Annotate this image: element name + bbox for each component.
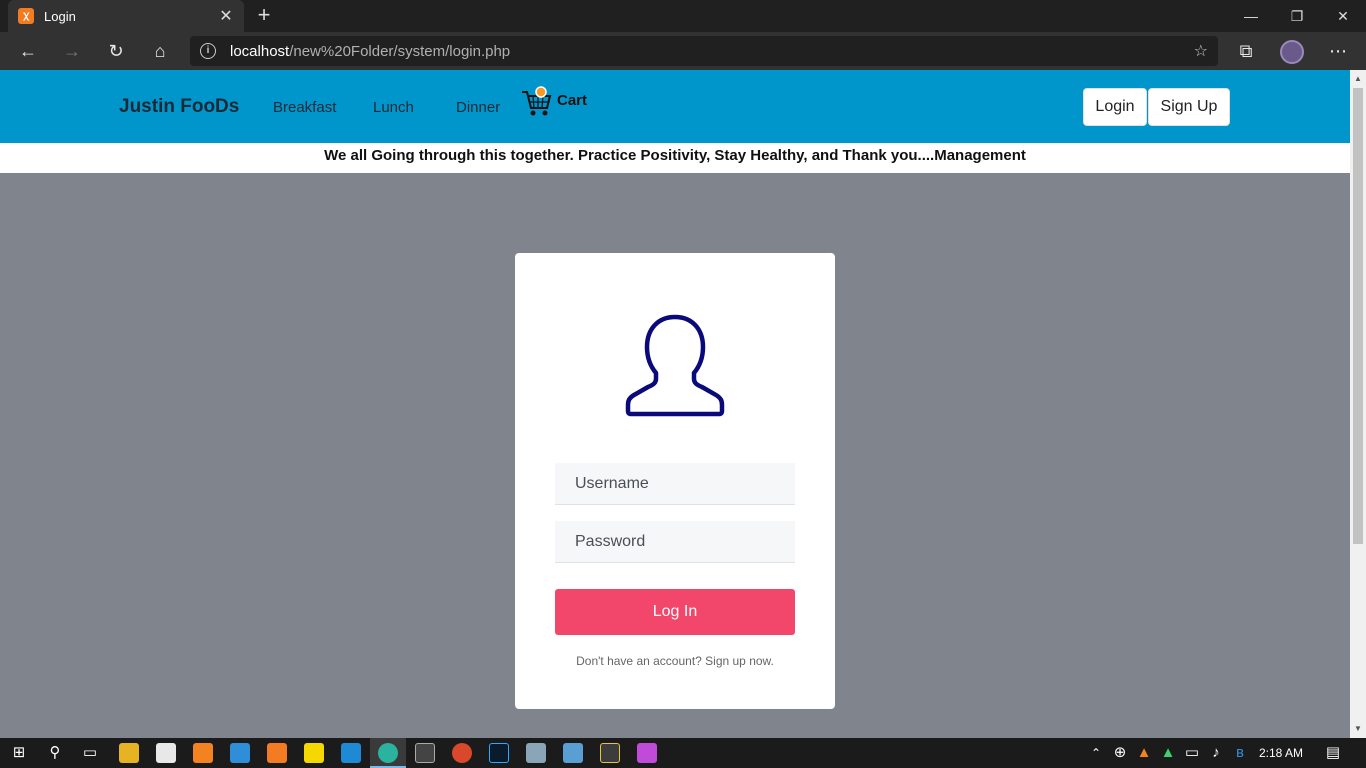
mail-icon[interactable] [230,743,250,763]
git-icon[interactable] [452,743,472,763]
windows-taskbar: ⊞ ⚲ ▭ ⌃ ⊕ ▲ ▲ ▭ ♪ ʙ 2:18 AM ▤ [0,738,1366,768]
web-page: Justin FooDs Breakfast Lunch Dinner Cart… [0,70,1350,738]
more-menu-icon[interactable]: ⋯ [1324,37,1352,65]
sticky-notes-icon[interactable] [304,743,324,763]
tab-title: Login [44,8,76,24]
store-icon[interactable] [156,743,176,763]
xampp-icon: ꭓ [18,8,34,24]
signup-link[interactable]: Don't have an account? Sign up now. [515,654,835,668]
info-icon[interactable]: i [200,43,216,59]
restore-button[interactable]: ❐ [1274,0,1320,32]
photoshop-icon[interactable] [489,743,509,763]
close-window-button[interactable]: ✕ [1320,0,1366,32]
scroll-up-icon[interactable]: ▲ [1350,72,1366,86]
password-input[interactable] [555,521,795,563]
cart-icon[interactable] [520,86,554,118]
vscode-icon[interactable] [341,743,361,763]
bluetooth-icon[interactable]: ʙ [1229,743,1251,763]
system-clock[interactable]: 2:18 AM [1254,738,1308,768]
vlc-tray-icon[interactable]: ▲ [1133,743,1155,763]
brand-logo[interactable]: Justin FooDs [119,96,239,118]
collections-icon[interactable]: ⧉ [1232,37,1260,65]
browser-toolbar: ← → ↻ ⌂ i localhost/new%20Folder/system/… [0,32,1366,70]
header-login-button[interactable]: Login [1083,88,1147,126]
xampp-taskbar-icon[interactable] [267,743,287,763]
cmd-icon[interactable] [415,743,435,763]
user-icon [625,314,725,417]
close-tab-icon[interactable]: ✕ [218,6,234,26]
show-hidden-icons[interactable]: ⌃ [1085,743,1107,763]
volume-icon[interactable]: ♪ [1205,743,1227,763]
login-submit-button[interactable]: Log In [555,589,795,635]
home-icon[interactable]: ⌂ [146,37,174,65]
file-explorer-icon[interactable] [119,743,139,763]
nav-lunch[interactable]: Lunch [373,99,414,116]
new-tab-button[interactable]: + [252,4,276,28]
favorite-star-icon[interactable]: ☆ [1194,41,1208,61]
task-view-icon[interactable]: ▭ [79,743,101,763]
language-globe-icon[interactable]: ⊕ [1109,743,1131,763]
edge-icon[interactable] [378,743,398,763]
image-viewer-icon[interactable] [526,743,546,763]
browser-tabstrip: ꭓ Login ✕ + — ❐ ✕ [0,0,1366,32]
minimize-button[interactable]: — [1228,0,1274,32]
page-scrollbar[interactable]: ▲ ▼ [1350,70,1366,738]
ide-icon[interactable] [637,743,657,763]
battery-icon[interactable]: ▭ [1181,743,1203,763]
vlc-icon[interactable] [193,743,213,763]
scroll-thumb[interactable] [1353,88,1363,544]
username-input[interactable] [555,463,795,505]
scroll-down-icon[interactable]: ▼ [1350,722,1366,736]
header-signup-button[interactable]: Sign Up [1148,88,1230,126]
profile-avatar[interactable] [1280,40,1304,64]
search-icon[interactable]: ⚲ [44,743,66,763]
site-header: Justin FooDs Breakfast Lunch Dinner Cart… [0,70,1350,143]
app-icon[interactable] [600,743,620,763]
login-card: Log In Don't have an account? Sign up no… [515,253,835,709]
url-text[interactable]: localhost/new%20Folder/system/login.php [230,43,1194,60]
notifications-icon[interactable]: ▤ [1322,743,1344,763]
cart-link[interactable]: Cart [557,92,587,109]
browser-tab[interactable]: ꭓ Login ✕ [8,0,244,32]
tray-app-icon[interactable]: ▲ [1157,743,1179,763]
nav-breakfast[interactable]: Breakfast [273,99,336,116]
forward-button[interactable]: → [58,37,86,65]
back-button[interactable]: ← [14,37,42,65]
windows-start-icon[interactable]: ⊞ [8,743,30,763]
announcement-banner: We all Going through this together. Prac… [0,143,1350,173]
nav-dinner[interactable]: Dinner [456,99,500,116]
refresh-button[interactable]: ↻ [102,37,130,65]
address-bar[interactable]: i localhost/new%20Folder/system/login.ph… [190,36,1218,66]
control-panel-icon[interactable] [563,743,583,763]
